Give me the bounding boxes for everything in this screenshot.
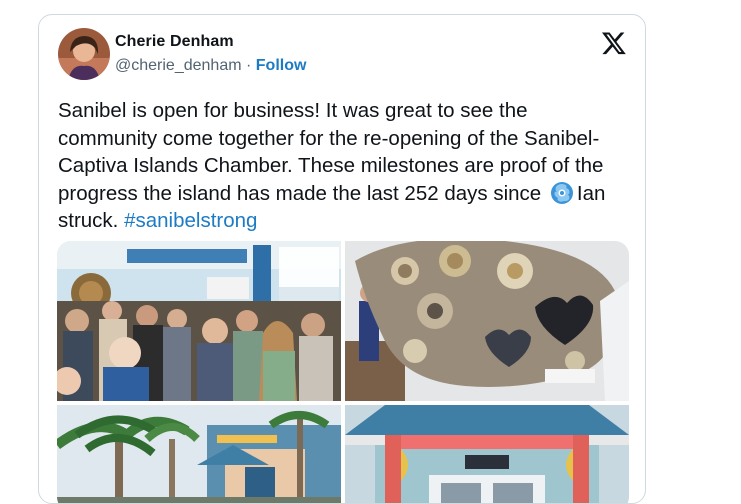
author-handle[interactable]: @cherie_denham bbox=[115, 57, 242, 74]
avatar[interactable] bbox=[58, 28, 110, 80]
palm-trees-building-photo[interactable] bbox=[57, 405, 341, 503]
author-name[interactable]: Cherie Denham bbox=[115, 33, 234, 51]
separator-dot: · bbox=[241, 57, 256, 74]
x-logo-icon[interactable] bbox=[601, 30, 627, 56]
hurricane-emoji-icon bbox=[550, 181, 574, 205]
follow-button[interactable]: Follow bbox=[256, 57, 307, 74]
tweet-card[interactable]: Cherie Denham @cherie_denham · Follow Sa… bbox=[38, 14, 646, 504]
tweet-text-main: Sanibel is open for business! It was gre… bbox=[58, 99, 604, 205]
media-grid bbox=[57, 241, 629, 503]
chamber-entrance-photo[interactable] bbox=[345, 405, 629, 503]
hashtag-link[interactable]: #sanibelstrong bbox=[124, 209, 257, 232]
tweet-text: Sanibel is open for business! It was gre… bbox=[58, 97, 628, 235]
shell-mosaic-sculpture-photo[interactable] bbox=[345, 241, 629, 401]
chamber-crowd-photo[interactable] bbox=[57, 241, 341, 401]
author-handle-row: @cherie_denham · Follow bbox=[115, 57, 306, 75]
profile-photo bbox=[58, 28, 110, 80]
